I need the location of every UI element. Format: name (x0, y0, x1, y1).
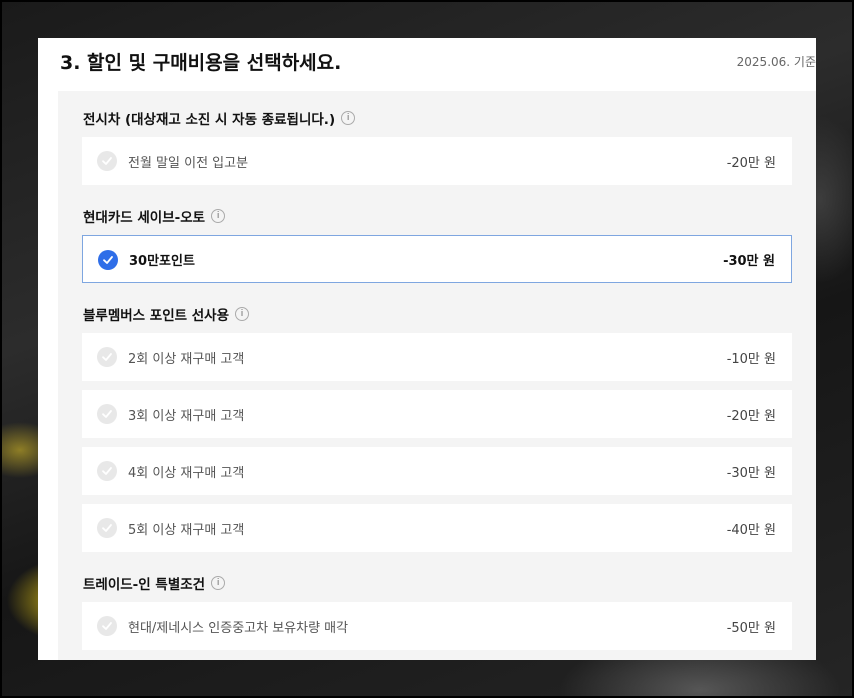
option-repurchase-4[interactable]: 4회 이상 재구매 고객 -30만 원 (82, 447, 792, 495)
option-label: 4회 이상 재구매 고객 (128, 465, 245, 481)
section-title-label: 트레이드-인 특별조건 (83, 577, 206, 593)
option-price: -40만 원 (726, 522, 776, 538)
section-title-bluemembers: 블루멤버스 포인트 선사용 i (83, 304, 250, 324)
check-icon (97, 347, 117, 367)
option-price: -50만 원 (726, 620, 776, 636)
check-icon (98, 250, 118, 270)
option-label: 30만포인트 (129, 253, 195, 269)
page-title: 3. 할인 및 구매비용을 선택하세요. (60, 52, 342, 74)
info-icon[interactable]: i (211, 209, 226, 223)
section-title-trade-in: 트레이드-인 특별조건 i (83, 573, 226, 593)
check-icon (97, 151, 117, 171)
option-exhibition-car[interactable]: 전월 말일 이전 입고분 -20만 원 (82, 137, 792, 185)
option-repurchase-3[interactable]: 3회 이상 재구매 고객 -20만 원 (82, 390, 792, 438)
section-title-hyundai-card: 현대카드 세이브-오토 i (83, 206, 226, 226)
option-price: -30만 원 (723, 253, 775, 269)
option-price: -10만 원 (726, 351, 776, 367)
option-price: -20만 원 (726, 155, 776, 171)
option-repurchase-2[interactable]: 2회 이상 재구매 고객 -10만 원 (82, 333, 792, 381)
option-label: 5회 이상 재구매 고객 (128, 522, 245, 538)
option-hyundai-card-points[interactable]: 30만포인트 -30만 원 (82, 235, 792, 283)
options-area: 전시차 (대상재고 소진 시 자동 종료됩니다.) i 전월 말일 이전 입고분… (58, 91, 816, 660)
option-label: 현대/제네시스 인증중고차 보유차량 매각 (128, 620, 349, 636)
panel-header: 3. 할인 및 구매비용을 선택하세요. 2025.06. 기준 (38, 38, 816, 90)
check-icon (97, 461, 117, 481)
option-label: 3회 이상 재구매 고객 (128, 408, 245, 424)
info-icon[interactable]: i (235, 307, 250, 321)
info-icon[interactable]: i (211, 576, 226, 590)
info-icon[interactable]: i (341, 111, 356, 125)
option-label: 전월 말일 이전 입고분 (128, 155, 249, 171)
section-title-label: 블루멤버스 포인트 선사용 (83, 308, 230, 324)
option-price: -30만 원 (726, 465, 776, 481)
option-price: -20만 원 (726, 408, 776, 424)
option-repurchase-5[interactable]: 5회 이상 재구매 고객 -40만 원 (82, 504, 792, 552)
section-title-exhibition-car: 전시차 (대상재고 소진 시 자동 종료됩니다.) i (83, 108, 356, 128)
discount-panel: 3. 할인 및 구매비용을 선택하세요. 2025.06. 기준 전시차 (대상… (38, 38, 816, 660)
check-icon (97, 404, 117, 424)
check-icon (97, 616, 117, 636)
reference-date: 2025.06. 기준 (736, 55, 816, 69)
check-icon (97, 518, 117, 538)
section-title-label: 현대카드 세이브-오토 (83, 210, 206, 226)
section-title-label: 전시차 (대상재고 소진 시 자동 종료됩니다.) (83, 112, 336, 128)
option-trade-in[interactable]: 현대/제네시스 인증중고차 보유차량 매각 -50만 원 (82, 602, 792, 650)
option-label: 2회 이상 재구매 고객 (128, 351, 245, 367)
